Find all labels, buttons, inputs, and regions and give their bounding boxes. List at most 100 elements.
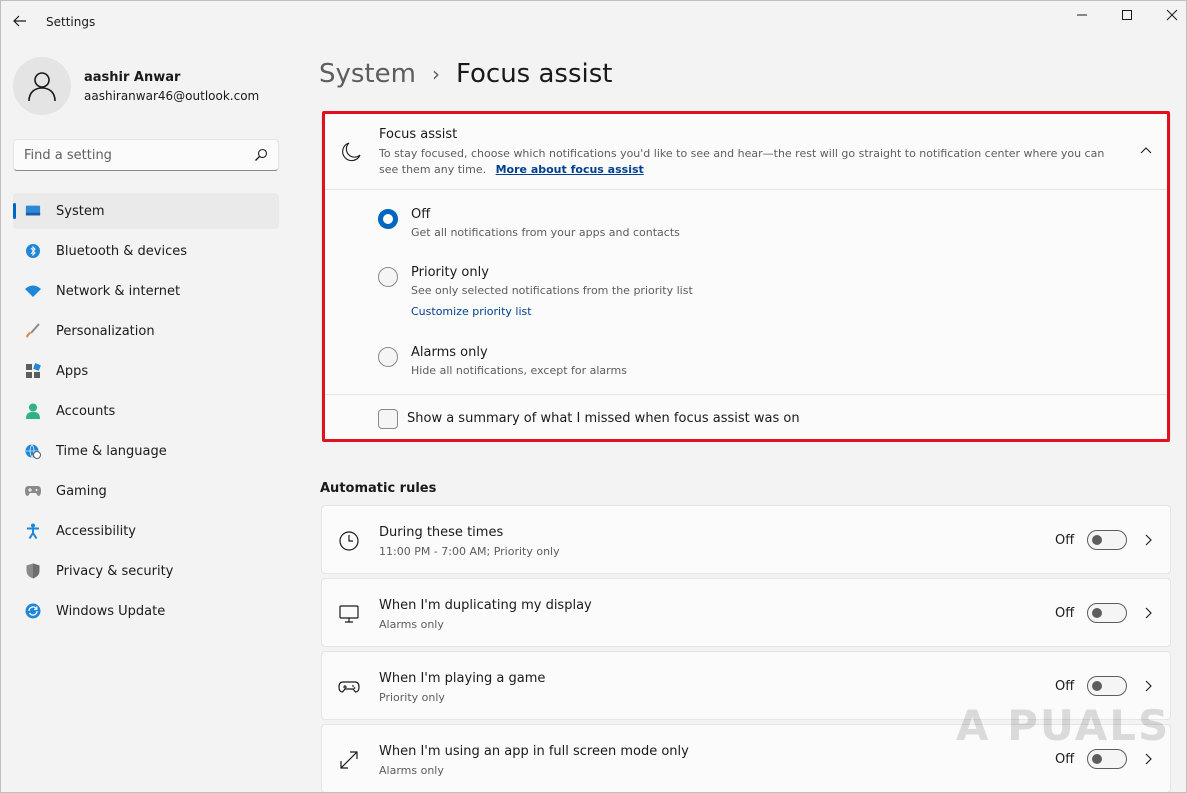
breadcrumb: System › Focus assist	[319, 56, 612, 92]
page-title: Focus assist	[455, 59, 613, 89]
summary-checkbox-label[interactable]: Show a summary of what I missed when foc…	[407, 411, 800, 426]
sidebar-item-label: Apps	[56, 363, 89, 379]
sidebar-nav: System Bluetooth & devices Network & int…	[13, 193, 279, 633]
app-title: Settings	[46, 15, 96, 29]
user-email: aashiranwar46@outlook.com	[84, 89, 260, 103]
settings-window: Settings aashir Anwar aashiranwar46@outl…	[0, 0, 1187, 793]
sidebar-item-label: Bluetooth & devices	[56, 243, 187, 259]
breadcrumb-parent[interactable]: System	[319, 59, 416, 89]
rule-during-times[interactable]: During these times 11:00 PM - 7:00 AM; P…	[321, 505, 1171, 574]
option-label: Off	[411, 207, 431, 222]
sidebar-item-accounts[interactable]: Accounts	[13, 393, 279, 429]
toggle-state: Off	[1055, 679, 1075, 694]
rule-full-screen-app[interactable]: When I'm using an app in full screen mod…	[321, 724, 1171, 792]
user-icon	[28, 72, 56, 102]
clock-icon	[339, 531, 359, 551]
rule-toggle[interactable]	[1087, 603, 1127, 623]
rule-title: When I'm playing a game	[379, 671, 546, 686]
radio-off[interactable]	[378, 209, 398, 229]
sidebar-item-accessibility[interactable]: Accessibility	[13, 513, 279, 549]
chevron-right-icon	[1145, 753, 1152, 765]
description-text: To stay focused, choose which notificati…	[379, 147, 1105, 176]
sidebar-item-label: Gaming	[56, 483, 107, 499]
close-icon	[1166, 9, 1178, 21]
option-label: Alarms only	[411, 345, 488, 360]
sidebar-item-bluetooth[interactable]: Bluetooth & devices	[13, 233, 279, 269]
rule-subtitle: Alarms only	[379, 618, 444, 631]
maximize-icon	[1122, 10, 1132, 20]
toggle-knob	[1092, 754, 1102, 764]
sidebar-item-network[interactable]: Network & internet	[13, 273, 279, 309]
rule-subtitle: Priority only	[379, 691, 445, 704]
rule-toggle[interactable]	[1087, 530, 1127, 550]
search-placeholder: Find a setting	[24, 148, 112, 163]
minimize-icon	[1077, 14, 1087, 16]
toggle-state: Off	[1055, 752, 1075, 767]
rule-playing-game[interactable]: When I'm playing a game Priority only Of…	[321, 651, 1171, 720]
sidebar-item-system[interactable]: System	[13, 193, 279, 229]
focus-assist-header[interactable]: Focus assist To stay focused, choose whi…	[322, 113, 1170, 190]
chevron-right-icon	[1145, 607, 1152, 619]
rule-subtitle: Alarms only	[379, 764, 444, 777]
rule-toggle[interactable]	[1087, 676, 1127, 696]
accessibility-icon	[25, 523, 41, 539]
back-arrow-icon	[13, 15, 26, 27]
summary-row: Show a summary of what I missed when foc…	[322, 394, 1170, 441]
toggle-state: Off	[1055, 533, 1075, 548]
brush-icon	[25, 323, 41, 339]
toggle-knob	[1092, 535, 1102, 545]
title-bar: Settings	[1, 1, 1186, 41]
option-desc: See only selected notifications from the…	[411, 284, 693, 297]
toggle-knob	[1092, 608, 1102, 618]
sidebar-item-windows-update[interactable]: Windows Update	[13, 593, 279, 629]
moon-icon	[342, 142, 361, 162]
chevron-right-icon	[1145, 534, 1152, 546]
search-input[interactable]: Find a setting	[13, 139, 279, 171]
radio-alarms-only[interactable]	[378, 347, 398, 367]
sidebar-item-label: Privacy & security	[56, 563, 174, 579]
focus-assist-description: To stay focused, choose which notificati…	[379, 146, 1124, 178]
sidebar-item-label: Accounts	[56, 403, 116, 419]
focus-assist-title: Focus assist	[379, 127, 458, 142]
monitor-icon	[339, 605, 359, 623]
user-name: aashir Anwar	[84, 70, 181, 85]
focus-assist-card: Focus assist To stay focused, choose whi…	[321, 112, 1171, 441]
option-label: Priority only	[411, 265, 489, 280]
radio-priority-only[interactable]	[378, 267, 398, 287]
breadcrumb-separator: ›	[431, 62, 440, 86]
close-button[interactable]	[1149, 5, 1186, 25]
rule-subtitle: 11:00 PM - 7:00 AM; Priority only	[379, 545, 560, 558]
sidebar-item-personalization[interactable]: Personalization	[13, 313, 279, 349]
summary-checkbox[interactable]	[378, 409, 398, 429]
automatic-rules-title: Automatic rules	[320, 481, 437, 496]
sidebar-item-label: Time & language	[56, 443, 167, 459]
minimize-button[interactable]	[1059, 5, 1105, 25]
customize-priority-link[interactable]: Customize priority list	[411, 305, 532, 318]
gamepad-icon	[338, 681, 360, 693]
sidebar-item-label: Personalization	[56, 323, 155, 339]
update-icon	[25, 603, 41, 619]
sidebar-item-gaming[interactable]: Gaming	[13, 473, 279, 509]
rule-title: When I'm using an app in full screen mod…	[379, 744, 689, 759]
maximize-button[interactable]	[1104, 5, 1150, 25]
chevron-up-icon[interactable]	[1138, 143, 1154, 159]
gamepad-icon	[25, 483, 41, 499]
apps-icon	[25, 363, 41, 379]
sidebar-item-privacy[interactable]: Privacy & security	[13, 553, 279, 589]
accounts-icon	[25, 403, 41, 419]
system-icon	[25, 203, 41, 219]
sidebar-item-time-language[interactable]: Time & language	[13, 433, 279, 469]
rule-toggle[interactable]	[1087, 749, 1127, 769]
more-about-link[interactable]: More about focus assist	[496, 163, 644, 176]
bluetooth-icon	[25, 243, 41, 259]
fullscreen-icon	[340, 751, 358, 769]
back-button[interactable]	[11, 12, 29, 30]
globe-clock-icon	[25, 443, 41, 459]
rule-duplicating-display[interactable]: When I'm duplicating my display Alarms o…	[321, 578, 1171, 647]
sidebar-item-apps[interactable]: Apps	[13, 353, 279, 389]
sidebar-item-label: System	[56, 203, 105, 219]
shield-icon	[25, 563, 41, 579]
option-desc: Get all notifications from your apps and…	[411, 226, 680, 239]
sidebar-item-label: Accessibility	[56, 523, 136, 539]
sidebar-item-label: Network & internet	[56, 283, 181, 299]
